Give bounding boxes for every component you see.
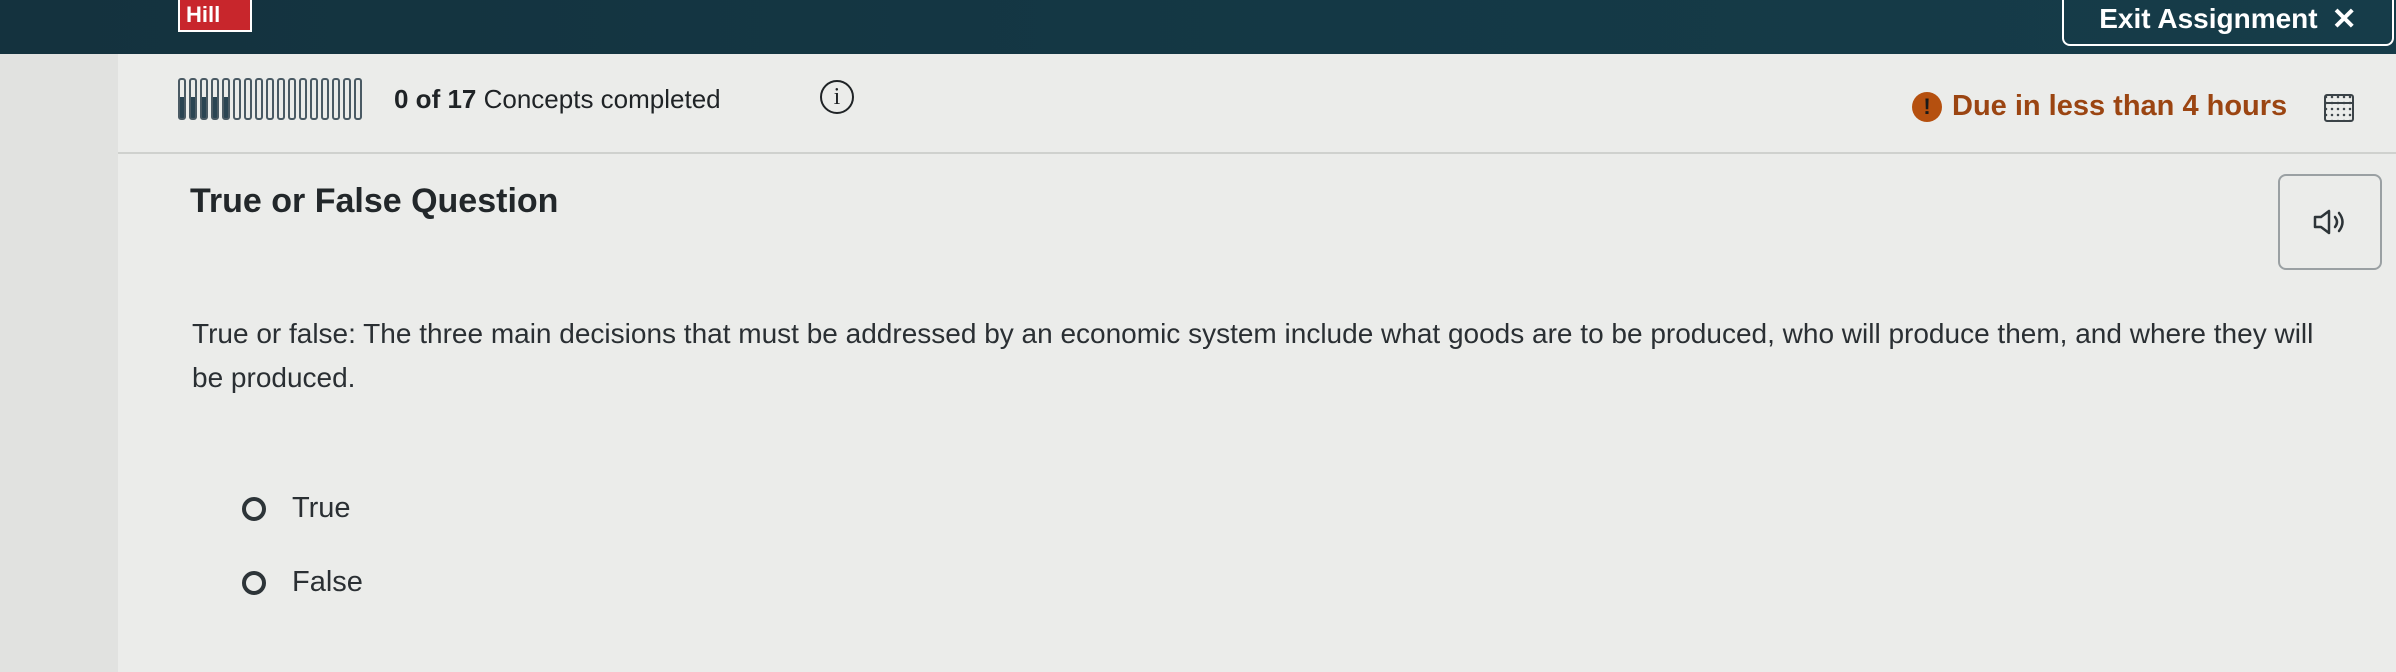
speaker-icon (2313, 209, 2344, 235)
progress-segment (266, 78, 274, 120)
progress-segment (299, 78, 307, 120)
question-prompt: True or false: The three main decisions … (192, 318, 2314, 393)
top-bar: Hill Exit Assignment ✕ (0, 0, 2396, 54)
due-indicator: ! Due in less than 4 hours (1912, 90, 2287, 123)
calendar-icon[interactable] (2324, 94, 2354, 122)
progress-text: 0 of 17 Concepts completed (394, 84, 721, 115)
option-false[interactable]: False (242, 566, 363, 599)
progress-segment (288, 78, 296, 120)
read-aloud-button[interactable] (2278, 174, 2382, 270)
progress-segment (277, 78, 285, 120)
progress-segment (244, 78, 252, 120)
progress-segment (211, 78, 219, 120)
progress-segment (310, 78, 318, 120)
brand-logo: Hill (178, 0, 252, 32)
alert-icon: ! (1912, 91, 1942, 122)
progress-segment (222, 78, 230, 120)
option-true[interactable]: True (242, 492, 351, 525)
radio-true[interactable] (242, 496, 266, 521)
progress-segment (178, 78, 186, 120)
progress-suffix: Concepts completed (483, 84, 721, 114)
progress-row: 0 of 17 Concepts completed i ! Due in le… (178, 78, 2378, 134)
progress-segment (343, 78, 351, 120)
progress-segment (332, 78, 340, 120)
header-divider (118, 152, 2396, 154)
question-title: True or False Question (190, 182, 559, 220)
assignment-panel: 0 of 17 Concepts completed i ! Due in le… (118, 54, 2396, 672)
close-icon: ✕ (2331, 2, 2357, 36)
left-gutter (0, 54, 118, 672)
progress-segment (321, 78, 329, 120)
progress-segment (354, 78, 362, 120)
exit-assignment-button[interactable]: Exit Assignment ✕ (2062, 0, 2394, 46)
radio-false[interactable] (242, 570, 266, 595)
option-true-label: True (292, 492, 351, 524)
progress-segment (233, 78, 241, 120)
progress-segment (189, 78, 197, 120)
progress-segment (200, 78, 208, 120)
concept-progress-bar (178, 78, 362, 120)
due-text: Due in less than 4 hours (1952, 90, 2288, 122)
progress-segment (255, 78, 263, 120)
info-icon[interactable]: i (820, 80, 854, 114)
option-false-label: False (292, 566, 363, 598)
exit-assignment-label: Exit Assignment (2099, 3, 2318, 34)
progress-count: 0 of 17 (394, 84, 477, 114)
